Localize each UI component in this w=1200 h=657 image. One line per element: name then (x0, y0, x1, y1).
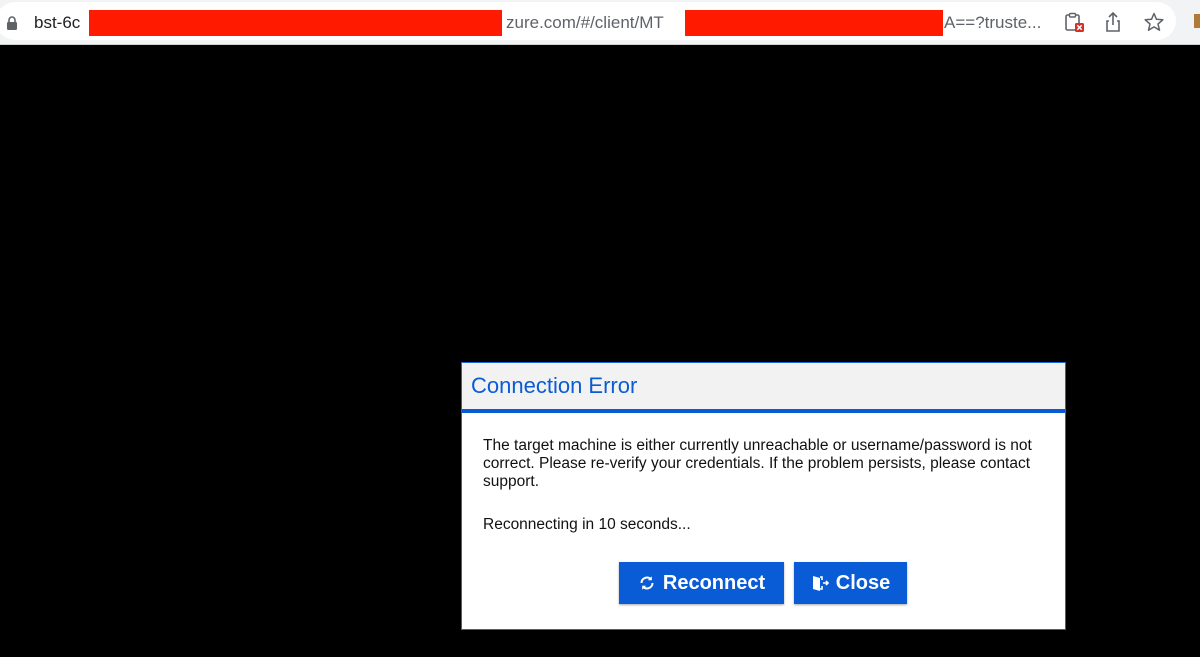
close-button-label: Close (835, 571, 891, 594)
clipboard-blocked-icon[interactable] (1063, 11, 1085, 33)
reconnect-countdown: Reconnecting in 10 seconds... (483, 516, 691, 533)
dialog-title: Connection Error (471, 373, 638, 398)
connection-error-dialog: Connection Error The target machine is e… (461, 362, 1066, 630)
redaction-box (685, 10, 943, 36)
dialog-header: Connection Error (462, 363, 1065, 413)
url-host-prefix: bst-6c (34, 13, 81, 32)
browser-toolbar: bst-6c zure.com/#/client/MT A==?truste..… (0, 0, 1200, 45)
exit-door-icon (812, 576, 829, 591)
close-button[interactable]: Close (794, 562, 907, 604)
error-message: The target machine is either currently u… (483, 437, 1032, 490)
refresh-icon (640, 576, 654, 590)
lock-icon[interactable] (6, 16, 18, 30)
url-suffix: A==?truste... (944, 13, 1042, 32)
address-bar[interactable]: bst-6c zure.com/#/client/MT A==?truste..… (0, 2, 1176, 40)
share-icon[interactable] (1102, 11, 1124, 33)
extension-icon[interactable] (1192, 10, 1200, 32)
reconnect-button[interactable]: Reconnect (619, 562, 784, 604)
url-path: zure.com/#/client/MT (506, 13, 664, 32)
redaction-box (89, 10, 502, 36)
star-icon[interactable] (1143, 11, 1165, 33)
reconnect-button-label: Reconnect (662, 571, 766, 594)
